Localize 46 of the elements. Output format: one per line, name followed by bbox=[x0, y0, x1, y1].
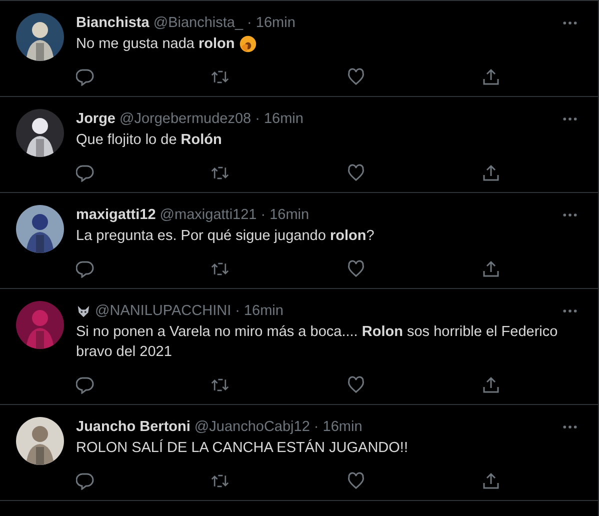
retweet-icon[interactable] bbox=[211, 260, 230, 278]
share-icon[interactable] bbox=[482, 472, 500, 490]
more-icon[interactable] bbox=[562, 117, 578, 121]
user-name[interactable]: maxigatti12 bbox=[76, 205, 156, 225]
reply-icon[interactable] bbox=[76, 472, 94, 490]
more-icon[interactable] bbox=[562, 213, 578, 217]
retweet-icon[interactable] bbox=[211, 164, 230, 182]
user-name[interactable]: Bianchista bbox=[76, 13, 150, 33]
tweet-text: ROLON SALÍ DE LA CANCHA ESTÁN JUGANDO!! bbox=[76, 438, 408, 458]
wolf-icon bbox=[76, 304, 91, 318]
retweet-icon[interactable] bbox=[211, 472, 230, 490]
like-icon[interactable] bbox=[346, 260, 365, 278]
retweet-icon[interactable] bbox=[211, 376, 230, 394]
user-handle[interactable]: @JuanchoCabj12 bbox=[194, 417, 310, 437]
like-icon[interactable] bbox=[346, 164, 365, 182]
tweet-text: La pregunta es. Por qué sigue jugando rolon? bbox=[76, 227, 374, 246]
user-handle[interactable]: @Bianchista_ bbox=[153, 13, 244, 33]
tweet-time[interactable]: · 16min bbox=[260, 205, 310, 225]
user-handle[interactable]: @NANILUPACCHINI bbox=[95, 301, 232, 321]
tweet-text: Si no ponen a Varela no miro más a boca.... Rolon sos horrible el Federico bravo del 2021 bbox=[76, 323, 559, 362]
tweet-time[interactable]: · 16min bbox=[247, 13, 296, 33]
emoji-icon bbox=[238, 35, 257, 53]
more-icon[interactable] bbox=[562, 425, 578, 429]
share-icon[interactable] bbox=[482, 260, 500, 278]
retweet-icon[interactable] bbox=[211, 68, 230, 86]
like-icon[interactable] bbox=[346, 68, 365, 86]
share-icon[interactable] bbox=[482, 164, 500, 182]
user-name[interactable]: Juancho Bertoni bbox=[76, 417, 190, 437]
more-icon[interactable] bbox=[562, 309, 578, 313]
share-icon[interactable] bbox=[482, 376, 500, 394]
tweet-text: Que flojito lo de Rolón bbox=[76, 131, 222, 150]
share-icon[interactable] bbox=[482, 68, 500, 86]
user-handle[interactable]: @Jorgebermudez08 bbox=[120, 109, 252, 129]
reply-icon[interactable] bbox=[76, 260, 94, 278]
reply-icon[interactable] bbox=[76, 376, 94, 394]
reply-icon[interactable] bbox=[76, 68, 94, 86]
tweet-time[interactable]: · 16min bbox=[314, 417, 362, 437]
user-name[interactable]: Jorge bbox=[76, 109, 116, 129]
like-icon[interactable] bbox=[346, 376, 365, 394]
reply-icon[interactable] bbox=[76, 164, 94, 182]
tweet-time[interactable]: · 16min bbox=[235, 301, 284, 321]
tweet-time[interactable]: · 16min bbox=[255, 109, 304, 129]
tweet-text: No me gusta nada rolon bbox=[76, 35, 235, 54]
more-icon[interactable] bbox=[562, 21, 578, 25]
like-icon[interactable] bbox=[346, 472, 365, 490]
user-handle[interactable]: @maxigatti121 bbox=[160, 205, 257, 225]
